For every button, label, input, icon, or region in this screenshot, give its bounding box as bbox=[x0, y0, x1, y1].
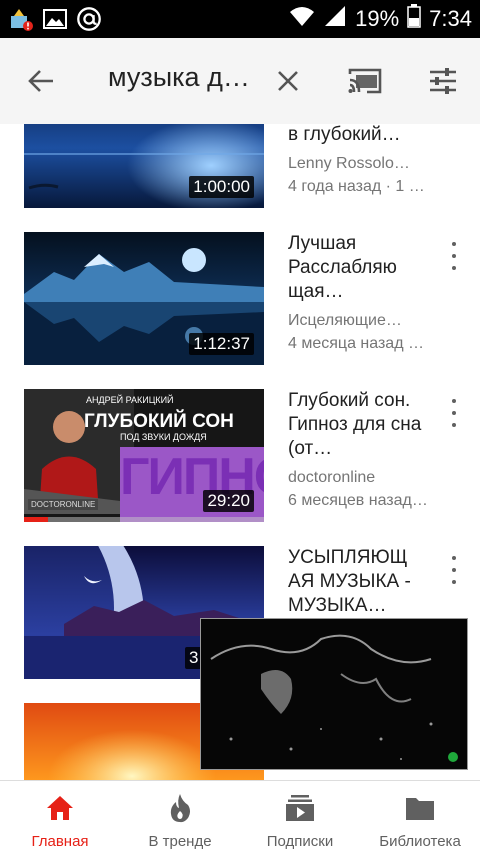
nav-library-label: Библиотека bbox=[379, 833, 461, 850]
video-result[interactable]: 1:12:37 Лучшая Расслабляю щая… Исцеляющи… bbox=[0, 232, 480, 365]
bottom-navigation: Главная В тренде Подписки Библиотека bbox=[0, 780, 480, 855]
nav-home[interactable]: Главная bbox=[0, 781, 120, 855]
home-icon bbox=[45, 793, 75, 823]
video-thumbnail[interactable]: 1:00:00 bbox=[24, 124, 264, 208]
at-sign-icon bbox=[76, 6, 102, 32]
video-duration: 29:20 bbox=[203, 490, 254, 512]
search-query[interactable]: музыка для сна bbox=[108, 62, 258, 93]
back-button[interactable] bbox=[16, 56, 66, 106]
nav-home-label: Главная bbox=[31, 833, 89, 850]
battery-icon bbox=[407, 4, 421, 34]
nav-trending-label: В тренде bbox=[148, 833, 212, 850]
signal-icon bbox=[323, 5, 347, 33]
video-title: УСЫПЛЯЮЩ АЯ МУЗЫКА - МУЗЫКА… bbox=[288, 547, 411, 616]
thumbnail-brand-text: DOCTORONLINE bbox=[28, 499, 99, 510]
nav-library[interactable]: Библиотека bbox=[360, 781, 480, 855]
nav-subscriptions-label: Подписки bbox=[266, 833, 334, 850]
watch-progress-bar bbox=[24, 517, 264, 522]
video-title: в глубокий… bbox=[288, 124, 401, 145]
cast-button[interactable] bbox=[340, 56, 390, 106]
back-arrow-icon bbox=[28, 70, 53, 92]
wifi-icon bbox=[289, 5, 315, 33]
miniplayer[interactable] bbox=[200, 618, 468, 770]
more-options-button[interactable] bbox=[446, 556, 462, 584]
search-toolbar: музыка для сна bbox=[0, 38, 480, 124]
subscriptions-icon bbox=[285, 793, 315, 823]
video-title: Лучшая Расслабляю щая… bbox=[288, 233, 397, 302]
filter-button[interactable] bbox=[418, 56, 468, 106]
video-result[interactable]: 1:00:00 в глубокий… Lenny Rossolo… 4 год… bbox=[0, 124, 480, 208]
video-meta: 6 месяцев назад ·… bbox=[288, 492, 428, 509]
status-bar: 19% 7:34 bbox=[0, 0, 480, 38]
video-channel: Исцеляющие… bbox=[288, 312, 402, 329]
video-result[interactable]: АНДРЕЙ РАКИЦКИЙ ГЛУБОКИЙ СОН ПОД ЗВУКИ Д… bbox=[0, 389, 480, 522]
video-channel: doctoronline bbox=[288, 469, 376, 486]
nav-trending[interactable]: В тренде bbox=[120, 781, 240, 855]
video-channel: Lenny Rossolo… bbox=[288, 155, 410, 172]
library-folder-icon bbox=[405, 793, 435, 823]
image-icon bbox=[42, 6, 68, 32]
thumbnail-headline-text: ГЛУБОКИЙ СОН bbox=[84, 411, 234, 432]
thumbnail-author-text: АНДРЕЙ РАКИЦКИЙ bbox=[86, 395, 174, 405]
battery-percent: 19% bbox=[355, 6, 400, 31]
video-meta: 4 года назад · 1 м… bbox=[288, 178, 428, 195]
clock: 7:34 bbox=[429, 6, 472, 31]
more-options-button[interactable] bbox=[446, 242, 462, 270]
video-thumbnail[interactable]: 1:12:37 bbox=[24, 232, 264, 365]
clear-search-button[interactable] bbox=[263, 56, 313, 106]
nav-subscriptions[interactable]: Подписки bbox=[240, 781, 360, 855]
video-duration: 1:12:37 bbox=[189, 333, 254, 355]
video-duration: 1:00:00 bbox=[189, 176, 254, 198]
trending-flame-icon bbox=[165, 793, 195, 823]
close-icon bbox=[278, 71, 298, 91]
video-thumbnail[interactable]: АНДРЕЙ РАКИЦКИЙ ГЛУБОКИЙ СОН ПОД ЗВУКИ Д… bbox=[24, 389, 264, 522]
watch-progress-fill bbox=[24, 517, 48, 522]
filter-icon bbox=[430, 68, 456, 94]
video-title: Глубокий сон. Гипноз для сна (от… bbox=[288, 390, 422, 459]
more-options-button[interactable] bbox=[446, 399, 462, 427]
cast-icon bbox=[348, 68, 382, 94]
thumbnail-sub-text: ПОД ЗВУКИ ДОЖДЯ bbox=[120, 432, 207, 442]
video-meta: 4 месяца назад · 4… bbox=[288, 335, 428, 352]
clean-master-icon bbox=[8, 6, 34, 32]
